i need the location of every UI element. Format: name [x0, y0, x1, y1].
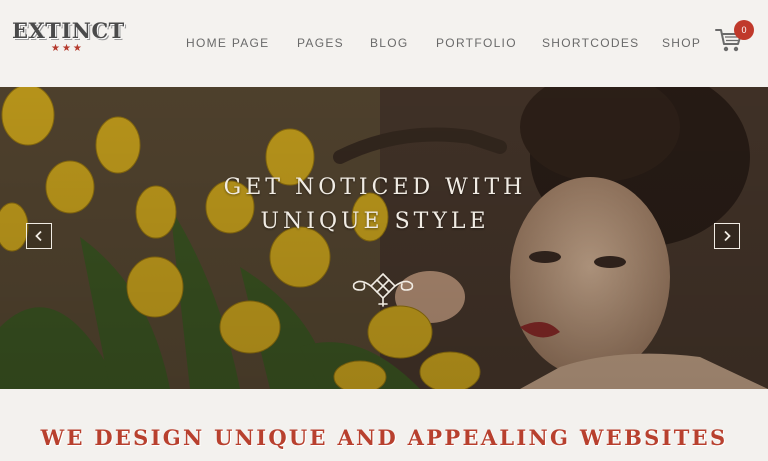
nav-item-shortcodes[interactable]: SHORTCODES	[542, 36, 639, 50]
site-header: EXTINCT ★★★ HOME PAGE PAGES BLOG PORTFOL…	[0, 0, 768, 87]
ornament-icon	[352, 272, 414, 307]
nav-item-pages[interactable]: PAGES	[297, 36, 344, 50]
logo-stars: ★★★	[51, 43, 84, 54]
logo-text: EXTINCT	[12, 18, 125, 43]
hero-title-line-2: UNIQUE STYLE	[260, 209, 490, 234]
hero-title-line-1: GET NOTICED WITH	[223, 175, 527, 200]
chevron-left-icon	[35, 230, 42, 242]
nav-item-home-page[interactable]: HOME PAGE	[186, 36, 270, 50]
chevron-right-icon	[724, 230, 731, 242]
nav-item-blog[interactable]: BLOG	[370, 36, 409, 50]
hero-slider: GET NOTICED WITH UNIQUE STYLE	[0, 87, 768, 389]
slider-next-button[interactable]	[714, 223, 740, 249]
nav-item-portfolio[interactable]: PORTFOLIO	[436, 36, 517, 50]
slider-prev-button[interactable]	[26, 223, 52, 249]
cart-button[interactable]: 0	[714, 20, 756, 54]
site-logo[interactable]: EXTINCT ★★★	[12, 18, 134, 60]
tagline-heading: WE DESIGN UNIQUE AND APPEALING WEBSITES	[40, 425, 728, 450]
hero-title: GET NOTICED WITH UNIQUE STYLE	[150, 171, 600, 239]
cart-count-badge: 0	[734, 20, 754, 40]
nav-item-shop[interactable]: SHOP	[662, 36, 701, 50]
